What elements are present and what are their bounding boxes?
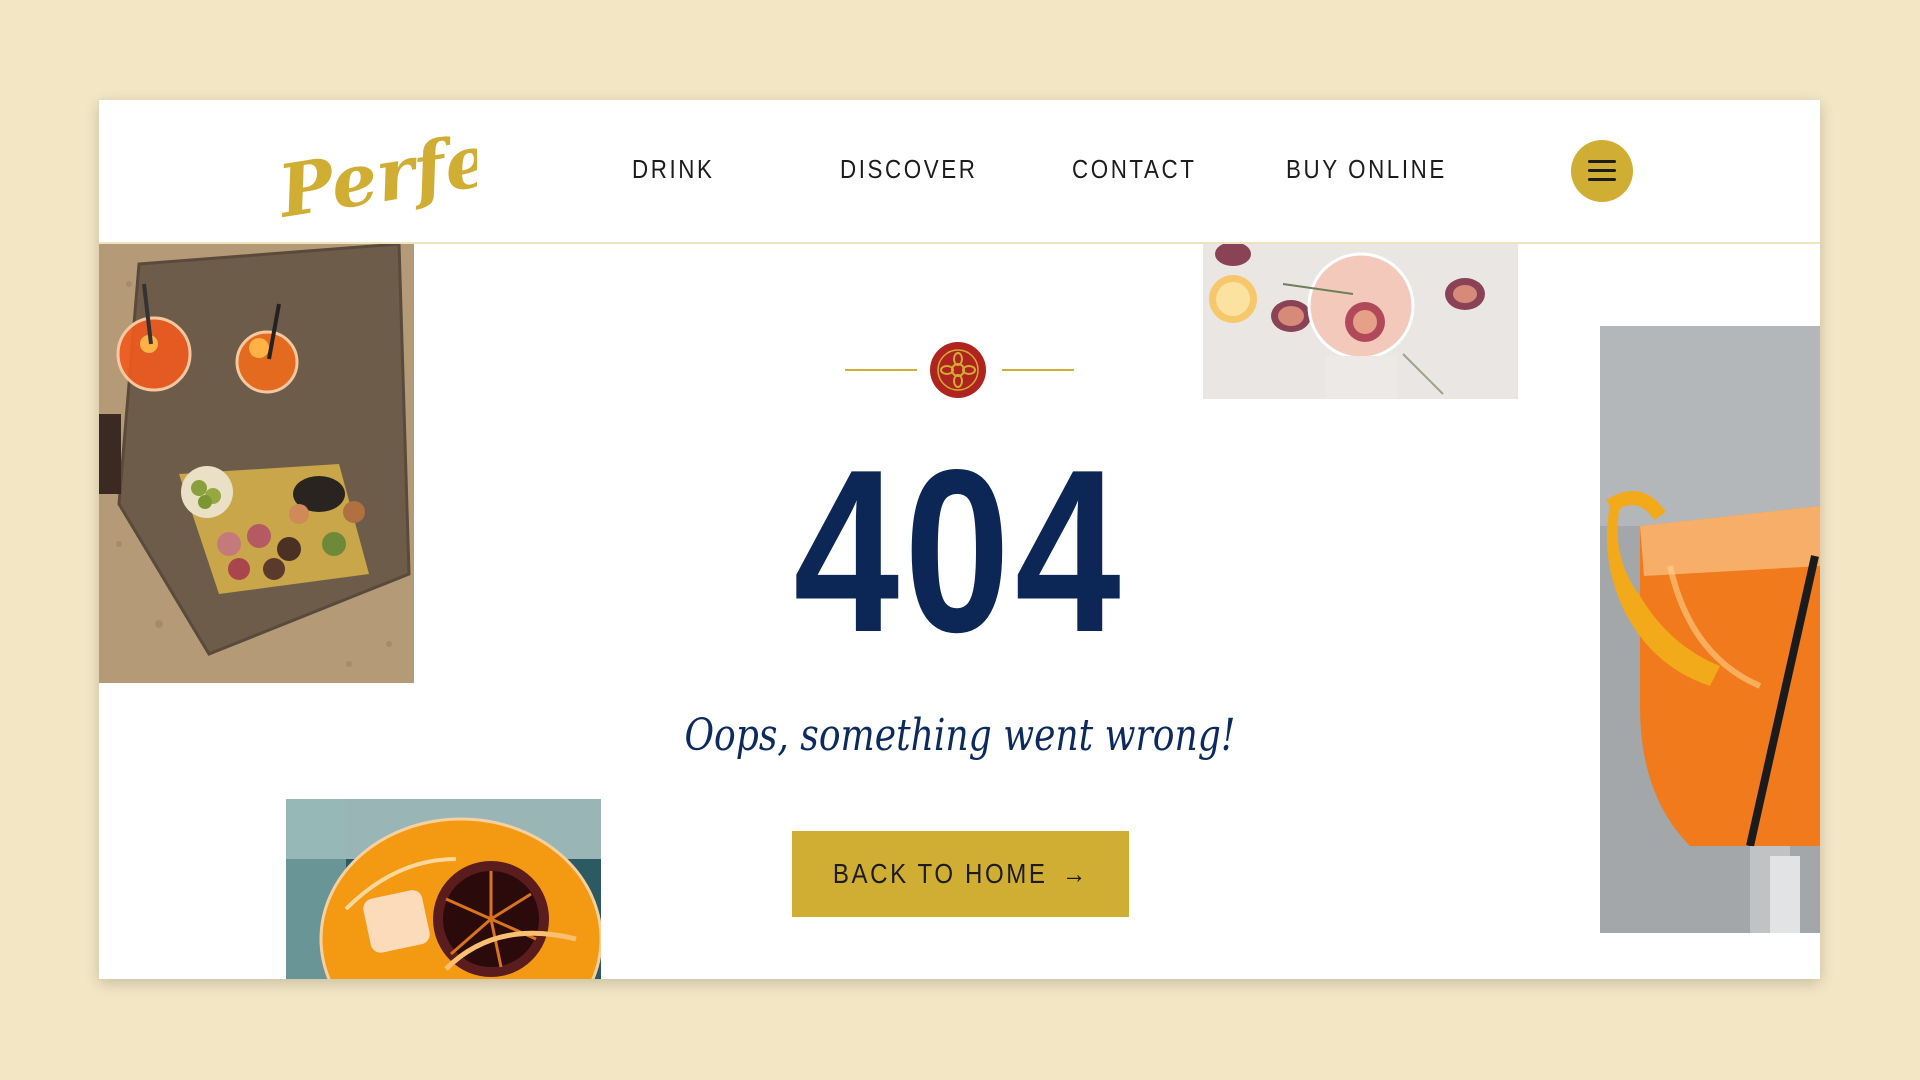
menu-button[interactable] [1571,140,1633,202]
hamburger-line [1588,178,1616,181]
arrow-right-icon: → [1061,858,1089,889]
nav-buy-online[interactable]: BUY ONLINE [1286,154,1447,185]
photo-blood-orange-spritz [286,799,601,979]
nav-contact[interactable]: CONTACT [1072,154,1196,185]
error-code-text: 404 [793,422,1126,681]
site-header: Perfetto DRINK DISCOVER CONTACT BUY ONLI… [99,100,1820,244]
divider-line-right [1002,369,1074,371]
error-code: 404 [99,422,1820,681]
logo-wordmark: Perfetto [271,100,610,234]
error-message: Oops, something went wrong! [99,710,1820,761]
back-to-home-label: BACK TO HOME [832,858,1048,889]
hamburger-menu-icon [1588,160,1616,163]
page-frame: Perfetto DRINK DISCOVER CONTACT BUY ONLI… [99,100,1820,979]
photo-fig-cocktail [1203,244,1518,399]
nav-drink[interactable]: DRINK [632,154,714,185]
brand-logo[interactable]: Perfetto [271,100,610,234]
hamburger-line [1588,169,1616,172]
error-message-text: Oops, something went wrong! [684,710,1235,761]
divider-line-left [845,369,917,371]
back-to-home-button[interactable]: BACK TO HOME → [792,831,1129,917]
ornament-badge-icon [930,342,986,398]
nav-discover[interactable]: DISCOVER [840,154,977,185]
logo-text: Perfetto [277,120,477,224]
